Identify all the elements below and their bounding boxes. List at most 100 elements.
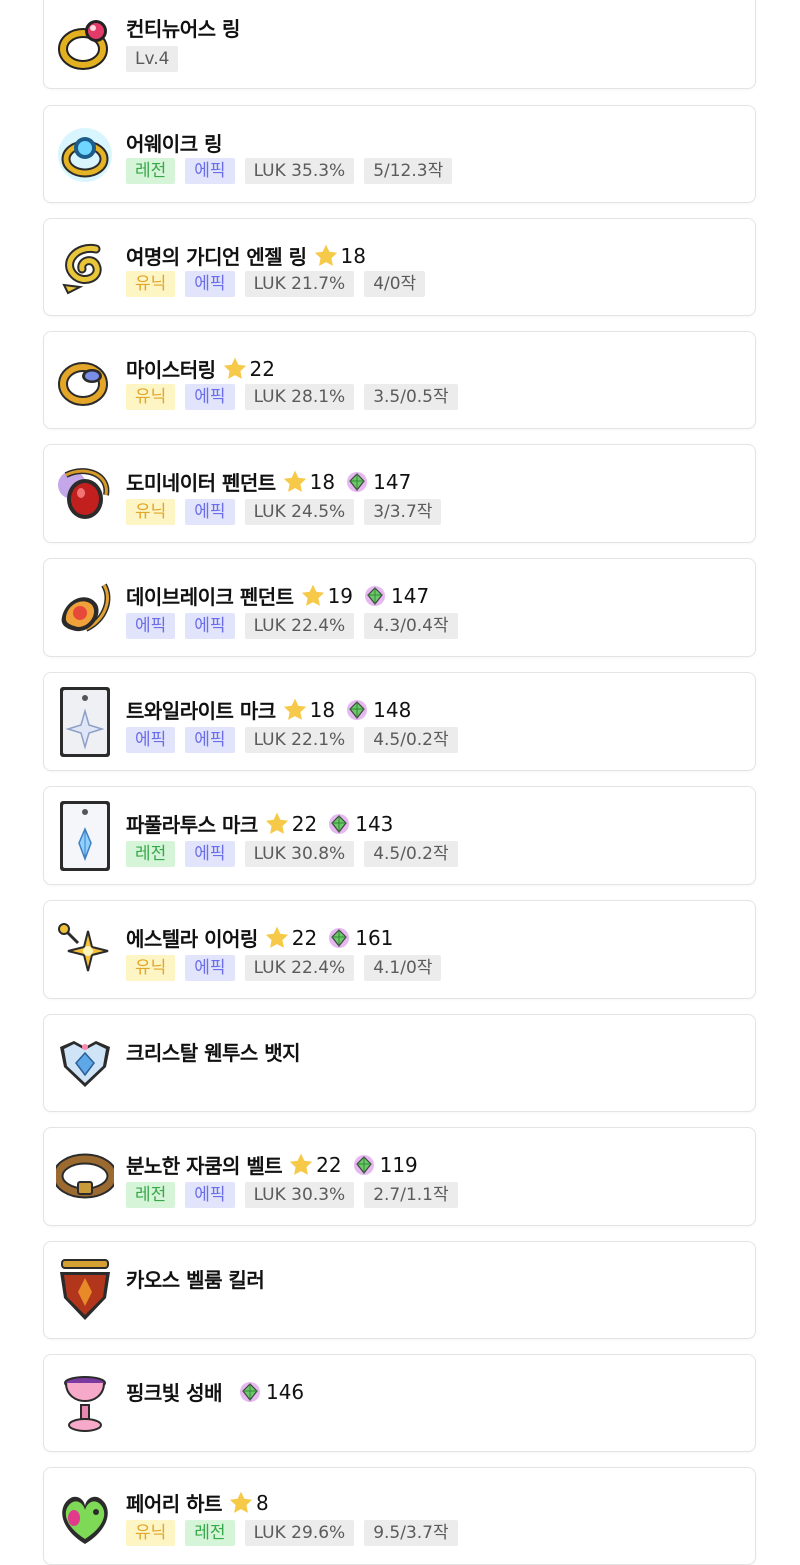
- item-name: 페어리 하트: [126, 1492, 222, 1516]
- scroll-tag: 3/3.7작: [364, 499, 442, 525]
- luk-stat-tag: LUK 30.3%: [244, 1182, 355, 1208]
- level-tag: Lv.4: [126, 46, 179, 72]
- luk-stat-tag: LUK 29.6%: [244, 1520, 355, 1546]
- item-name: 파풀라투스 마크: [126, 813, 258, 837]
- potential-grade-tag: 유닉: [126, 955, 176, 981]
- soul-gem-icon: [347, 471, 368, 492]
- star-force-icon: [301, 584, 324, 606]
- additional-grade-tag: 에픽: [185, 613, 235, 639]
- additional-grade-tag: 에픽: [185, 271, 235, 297]
- scroll-tag: 4.3/0.4작: [364, 613, 458, 639]
- item-card-meister-ring[interactable]: 마이스터링 22 유닉 에픽 LUK 28.1% 3.5/0.5작: [43, 331, 756, 429]
- star-force-count: 22: [291, 811, 318, 836]
- soul-gem-icon: [365, 585, 386, 606]
- star-force-icon: [223, 357, 246, 379]
- soul-value: 147: [391, 583, 430, 608]
- item-card-pink-holy-cup[interactable]: 핑크빛 성배 146: [43, 1354, 756, 1452]
- star-force-icon: [265, 926, 288, 948]
- soul-gem-icon: [329, 813, 350, 834]
- scroll-tag: 2.7/1.1작: [364, 1182, 458, 1208]
- potential-grade-tag: 에픽: [126, 727, 176, 753]
- item-card-zakum-belt[interactable]: 분노한 자쿰의 벨트 22 119 레전 에픽 LUK 30.3% 2.7/1.…: [43, 1127, 756, 1226]
- soul-value: 148: [373, 697, 412, 722]
- scroll-tag: 5/12.3작: [364, 158, 453, 184]
- potential-grade-tag: 레전: [126, 1182, 176, 1208]
- additional-grade-tag: 에픽: [185, 955, 235, 981]
- zakum-belt-icon: [52, 1148, 118, 1206]
- item-name: 컨티뉴어스 링: [126, 17, 240, 41]
- additional-grade-tag: 에픽: [185, 158, 235, 184]
- soul-value: 147: [373, 469, 412, 494]
- pink-holy-cup-icon: [56, 1373, 114, 1435]
- luk-stat-tag: LUK 30.8%: [244, 841, 355, 867]
- luk-stat-tag: LUK 22.1%: [244, 727, 355, 753]
- additional-grade-tag: 에픽: [185, 1182, 235, 1208]
- luk-stat-tag: LUK 22.4%: [244, 955, 355, 981]
- star-force-count: 19: [327, 583, 354, 608]
- star-force-icon: [283, 470, 306, 492]
- star-force-icon: [265, 812, 288, 834]
- luk-stat-tag: LUK 24.5%: [244, 499, 355, 525]
- item-name: 데이브레이크 펜던트: [126, 585, 294, 609]
- item-name: 에스텔라 이어링: [126, 927, 258, 951]
- potential-grade-tag: 유닉: [126, 384, 176, 410]
- item-card-guardian-angel-ring[interactable]: 여명의 가디언 엔젤 링 18 유닉 에픽 LUK 21.7% 4/0작: [43, 218, 756, 316]
- item-card-fairy-heart[interactable]: 페어리 하트 8 유닉 레전 LUK 29.6% 9.5/3.7작: [43, 1467, 756, 1565]
- soul-gem-icon: [353, 1154, 374, 1175]
- soul-value: 119: [379, 1152, 418, 1177]
- luk-stat-tag: LUK 35.3%: [244, 158, 355, 184]
- luk-stat-tag: LUK 28.1%: [244, 384, 355, 410]
- item-name: 도미네이터 펜던트: [126, 471, 276, 495]
- star-force-icon: [314, 244, 337, 266]
- potential-grade-tag: 유닉: [126, 271, 176, 297]
- potential-grade-tag: 에픽: [126, 613, 176, 639]
- item-card-chaos-vellum-killer[interactable]: 카오스 벨룸 킬러: [43, 1241, 756, 1339]
- meister-ring-icon: [56, 352, 114, 410]
- soul-gem-icon: [329, 927, 350, 948]
- item-card-daybreak-pendant[interactable]: 데이브레이크 펜던트 19 147 에픽 에픽 LUK 22.4% 4.3/0.…: [43, 558, 756, 657]
- item-card-twilight-mark[interactable]: 트와일라이트 마크 18 148 에픽 에픽 LUK 22.1% 4.5/0.2…: [43, 672, 756, 771]
- star-force-count: 22: [316, 1152, 342, 1177]
- star-force-icon: [229, 1491, 253, 1513]
- potential-grade-tag: 레전: [126, 158, 176, 184]
- soul-value: 146: [265, 1379, 305, 1404]
- potential-grade-tag: 유닉: [126, 1520, 176, 1546]
- scroll-tag: 4.5/0.2작: [364, 727, 458, 753]
- soul-value: 161: [355, 925, 394, 950]
- item-card-dominator-pendant[interactable]: 도미네이터 펜던트 18 147 유닉 에픽 LUK 24.5% 3/3.7작: [43, 444, 756, 543]
- guardian-angel-ring-icon: [56, 239, 114, 297]
- star-force-count: 8: [255, 1490, 269, 1515]
- crystal-ventus-badge-icon: [56, 1033, 114, 1091]
- item-card-crystal-ventus-badge[interactable]: 크리스탈 웬투스 뱃지: [43, 1014, 756, 1112]
- luk-stat-tag: LUK 22.4%: [244, 613, 355, 639]
- fairy-heart-icon: [56, 1486, 114, 1548]
- star-force-icon: [283, 698, 306, 720]
- star-force-count: 18: [309, 697, 336, 722]
- scroll-tag: 4.1/0작: [364, 955, 442, 981]
- item-name: 분노한 자쿰의 벨트: [126, 1154, 283, 1178]
- star-force-icon: [289, 1153, 313, 1175]
- twilight-mark-icon: [56, 685, 114, 759]
- additional-grade-tag: 에픽: [185, 841, 235, 867]
- awake-ring-icon: [56, 126, 114, 184]
- scroll-tag: 3.5/0.5작: [364, 384, 458, 410]
- dominator-pendant-icon: [56, 465, 114, 523]
- item-name: 핑크빛 성배: [126, 1381, 222, 1405]
- item-name: 여명의 가디언 엔젤 링: [126, 245, 307, 269]
- item-card-papulatus-mark[interactable]: 파풀라투스 마크 22 143 레전 에픽 LUK 30.8% 4.5/0.2작: [43, 786, 756, 885]
- star-force-count: 22: [291, 925, 318, 950]
- potential-grade-tag: 레전: [126, 841, 176, 867]
- item-card-continuous-ring[interactable]: 컨티뉴어스 링 Lv.4: [43, 0, 756, 89]
- item-card-estella-earring[interactable]: 에스텔라 이어링 22 161 유닉 에픽 LUK 22.4% 4.1/0작: [43, 900, 756, 999]
- scroll-tag: 4/0작: [364, 271, 426, 297]
- soul-gem-icon: [347, 699, 368, 720]
- additional-grade-tag: 에픽: [185, 499, 235, 525]
- item-card-awake-ring[interactable]: 어웨이크 링 레전 에픽 LUK 35.3% 5/12.3작: [43, 105, 756, 203]
- potential-grade-tag: 유닉: [126, 499, 176, 525]
- star-force-count: 22: [249, 356, 275, 381]
- additional-grade-tag: 에픽: [185, 727, 235, 753]
- item-name: 어웨이크 링: [126, 132, 222, 156]
- item-name: 카오스 벨룸 킬러: [126, 1268, 265, 1292]
- star-force-count: 18: [309, 469, 336, 494]
- daybreak-pendant-icon: [56, 579, 114, 637]
